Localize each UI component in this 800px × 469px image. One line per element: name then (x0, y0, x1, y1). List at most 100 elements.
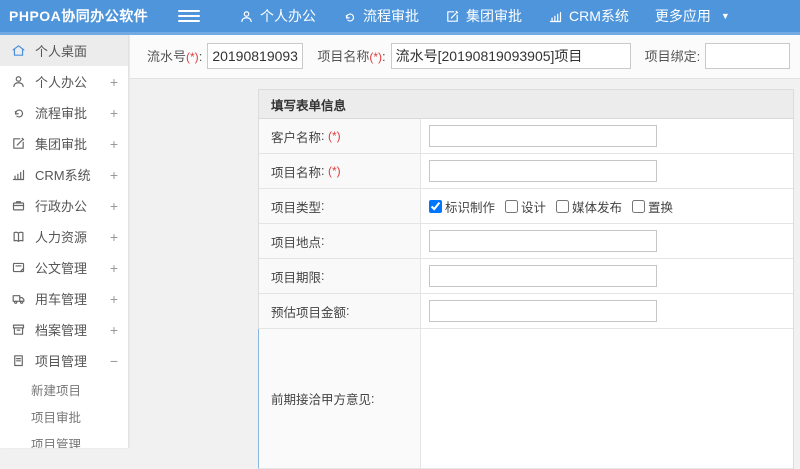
topnav-item-label: 集团审批 (466, 8, 522, 24)
sidebar-item-8[interactable]: 公文管理 + (0, 252, 128, 283)
expand-plus-icon[interactable]: + (110, 167, 118, 183)
sidebar-item-label: CRM系统 (35, 168, 91, 183)
sidebar-subitem-1[interactable]: 新建项目 (0, 376, 128, 403)
sidebar-item-1[interactable]: 个人桌面 (0, 35, 128, 66)
form-row-label: 客户名称: (*) (259, 119, 421, 153)
user-icon (239, 9, 254, 24)
topnav-item-label: 更多应用 (654, 8, 711, 24)
expand-plus-icon[interactable]: + (110, 260, 118, 276)
form-row-label: 项目类型: (259, 189, 421, 223)
record-field-2: 项目名称(*): (317, 42, 631, 69)
sidebar-item-9[interactable]: 用车管理 + (0, 283, 128, 314)
form-row-label: 项目名称: (*) (259, 154, 421, 188)
checkbox-4[interactable] (632, 199, 646, 213)
user-icon (11, 74, 26, 89)
topnav-item-2[interactable]: 流程审批 (329, 0, 432, 32)
archive-icon (11, 322, 26, 337)
sidebar-subitem-3[interactable]: 项目管理 (0, 430, 128, 448)
record-fields-bar: 流水号(*):项目名称(*):项目绑定:+ (130, 33, 800, 79)
expand-plus-icon[interactable]: + (110, 291, 118, 307)
form-row-5: 项目期限: (259, 259, 793, 294)
sidebar-item-label: 公文管理 (35, 261, 88, 276)
edit-icon (445, 9, 460, 24)
chart-icon (548, 9, 563, 24)
checkbox-2[interactable] (505, 199, 519, 213)
form-input-2[interactable] (429, 160, 657, 182)
briefcase-icon (11, 198, 26, 213)
topnav-item-3[interactable]: 集团审批 (432, 0, 535, 32)
sidebar-subitem-label: 项目审批 (31, 411, 82, 425)
home-icon (11, 43, 26, 58)
checkbox-group: 标识制作 设计 媒体发布 置换 (429, 197, 679, 216)
sidebar-item-label: 个人桌面 (35, 44, 88, 59)
sidebar-item-10[interactable]: 档案管理 + (0, 314, 128, 345)
sidebar-item-11[interactable]: 项目管理 − (0, 345, 128, 376)
form-row-label: 项目期限: (259, 259, 421, 293)
sidebar-item-label: 集团审批 (35, 137, 88, 152)
topnav-item-1[interactable]: 个人办公 (226, 0, 329, 32)
expand-plus-icon[interactable]: + (110, 136, 118, 152)
field-input-2[interactable] (390, 42, 631, 69)
checkbox-3[interactable] (556, 199, 570, 213)
topnav-item-label: 流程审批 (363, 8, 419, 24)
collapse-minus-icon[interactable]: − (110, 353, 118, 369)
field-input-3[interactable] (705, 42, 791, 69)
checkbox-1[interactable] (429, 199, 442, 213)
flow-icon (11, 105, 26, 120)
truck-icon (11, 291, 26, 306)
form-row-6: 预估项目金额: (259, 294, 793, 329)
field-input-1[interactable] (207, 42, 304, 69)
form-input-6[interactable] (429, 300, 657, 322)
sidebar-item-label: 项目管理 (35, 354, 88, 369)
app-logo: PHPOA协同办公软件 (9, 8, 149, 24)
checkbox-option-2[interactable]: 设计 (505, 197, 546, 216)
document-icon (11, 260, 26, 275)
required-asterisk: (*) (327, 129, 341, 143)
sidebar-subitem-label: 新建项目 (31, 384, 82, 398)
form-row-2: 项目名称: (*) (259, 154, 793, 189)
expand-plus-icon[interactable]: + (110, 105, 118, 121)
sidebar-item-4[interactable]: 集团审批 + (0, 128, 128, 159)
sidebar-item-3[interactable]: 流程审批 + (0, 97, 128, 128)
checkbox-option-3[interactable]: 媒体发布 (556, 197, 622, 216)
topnav-item-4[interactable]: CRM系统 (535, 0, 642, 32)
expand-plus-icon[interactable]: + (110, 74, 118, 90)
expand-plus-icon[interactable]: + (110, 322, 118, 338)
expand-plus-icon[interactable]: + (110, 198, 118, 214)
sidebar-item-label: 行政办公 (35, 199, 88, 214)
sidebar-subitem-2[interactable]: 项目审批 (0, 403, 128, 430)
required-asterisk: (*) (186, 50, 199, 64)
form-textarea[interactable] (421, 329, 793, 468)
topbar-highlight-line (0, 32, 800, 35)
form-section-title: 填写表单信息 (259, 90, 793, 119)
sidebar-item-label: 用车管理 (35, 292, 88, 307)
checkbox-option-1[interactable]: 标识制作 (429, 197, 495, 216)
form-row-1: 客户名称: (*) (259, 119, 793, 154)
sidebar-item-7[interactable]: 人力资源 + (0, 221, 128, 252)
record-field-3: 项目绑定: (645, 42, 791, 69)
edit-icon (11, 136, 26, 151)
form-input-5[interactable] (429, 265, 657, 287)
sidebar-item-label: 人力资源 (35, 230, 88, 245)
form-row-label: 预估项目金额: (259, 294, 421, 328)
topnav-item-label: CRM系统 (569, 8, 629, 24)
form-row-label: 前期接洽甲方意见: (259, 329, 421, 468)
field-label: 流水号(*): (147, 49, 203, 64)
required-asterisk: (*) (369, 50, 382, 64)
field-label: 项目名称(*): (317, 49, 386, 64)
required-asterisk: (*) (327, 164, 341, 178)
expand-plus-icon[interactable]: + (110, 229, 118, 245)
top-bar: PHPOA协同办公软件 个人办公 流程审批 集团审批 CRM系统 更多应用 ▼ (0, 0, 800, 32)
flow-icon (342, 9, 357, 24)
sidebar-item-label: 流程审批 (35, 106, 88, 121)
topnav-item-5[interactable]: 更多应用 ▼ (642, 0, 743, 32)
sidebar-item-2[interactable]: 个人办公 + (0, 66, 128, 97)
sidebar-item-5[interactable]: CRM系统 + (0, 159, 128, 190)
sidebar-item-label: 档案管理 (35, 323, 88, 338)
sidebar-item-6[interactable]: 行政办公 + (0, 190, 128, 221)
form-input-4[interactable] (429, 230, 657, 252)
form-input-1[interactable] (429, 125, 657, 147)
hamburger-menu-icon[interactable] (178, 7, 200, 25)
checkbox-option-4[interactable]: 置换 (632, 197, 673, 216)
form-table: 填写表单信息 客户名称: (*) 项目名称: (*) 项目类型: 标识制作 设计 媒体发布… (258, 89, 794, 469)
